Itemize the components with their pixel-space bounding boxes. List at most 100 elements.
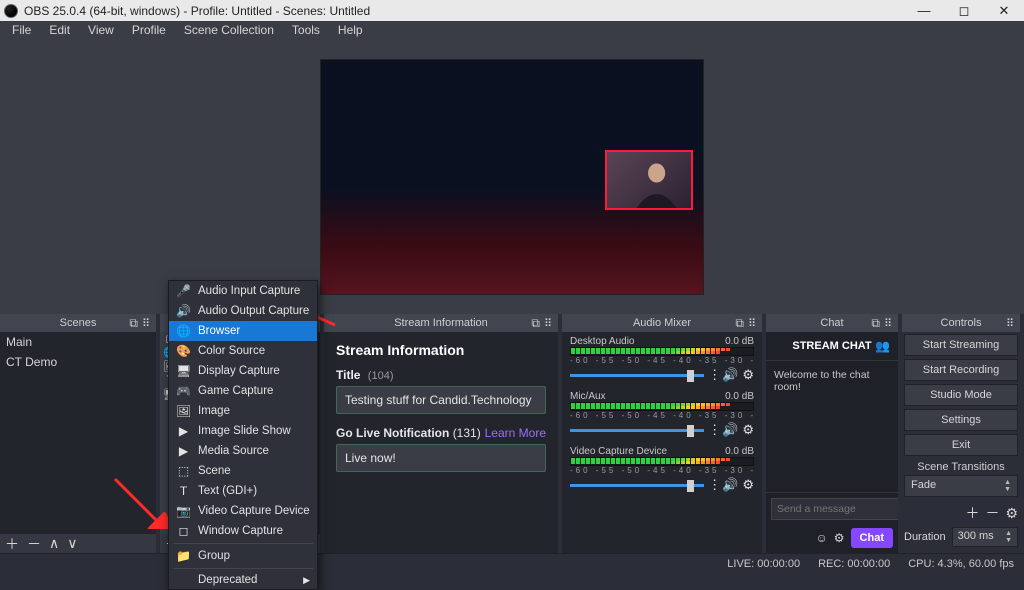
- popout-icon[interactable]: ⧉: [735, 316, 744, 331]
- settings-button[interactable]: Settings: [904, 409, 1018, 431]
- duration-input[interactable]: 300 ms ▲▼: [952, 527, 1018, 547]
- gear-icon[interactable]: ⚙: [742, 367, 754, 383]
- add-source-context-menu[interactable]: 🎤Audio Input Capture 🔊 Audio Output Captur…: [168, 280, 318, 590]
- more-icon[interactable]: ⋮: [708, 367, 718, 383]
- context-menu-item[interactable]: Deprecated▶: [169, 571, 317, 589]
- start-recording-button[interactable]: Start Recording: [904, 359, 1018, 381]
- golive-label: Go Live Notification (131): [336, 426, 481, 440]
- popout-icon[interactable]: ⧉: [129, 316, 138, 331]
- transition-settings-button[interactable]: ⚙: [1005, 505, 1018, 522]
- smile-icon[interactable]: ☺: [816, 531, 828, 545]
- menu-item-icon: 🎨: [176, 344, 191, 358]
- minimize-button[interactable]: —: [904, 0, 944, 21]
- stream-title-input[interactable]: Testing stuff for Candid.Technology: [336, 386, 546, 414]
- add-scene-button[interactable]: ＋: [5, 534, 19, 554]
- menu-item-icon: 🎮: [176, 384, 191, 398]
- more-icon[interactable]: ⋮: [708, 422, 718, 438]
- menu-item-label: Image Slide Show: [198, 425, 291, 437]
- menu-item-label: Group: [198, 550, 230, 562]
- chat-input[interactable]: [771, 498, 898, 520]
- scenes-panel: Scenes ⧉ ⠿ Main CT Demo ＋ － ∧ ∨: [0, 314, 156, 553]
- drag-handle-icon[interactable]: ⠿: [544, 317, 554, 330]
- drag-handle-icon[interactable]: ⠿: [748, 317, 758, 330]
- gear-icon[interactable]: ⚙: [742, 477, 754, 493]
- drag-handle-icon[interactable]: ⠿: [142, 317, 152, 330]
- speaker-icon[interactable]: 🔊: [722, 367, 738, 383]
- db-scale: -60 -55 -50 -45 -40 -35 -30 -25 -20 -15 …: [570, 466, 754, 475]
- menu-help[interactable]: Help: [330, 21, 371, 39]
- title-label: Title (104): [336, 368, 546, 382]
- menu-item-icon: ▶: [176, 444, 191, 458]
- chat-header: Chat ⧉ ⠿: [766, 314, 898, 332]
- drag-handle-icon[interactable]: ⠿: [884, 317, 894, 330]
- context-menu-item[interactable]: TText (GDI+): [169, 481, 317, 501]
- add-transition-button[interactable]: ＋: [965, 503, 979, 523]
- menubar: File Edit View Profile Scene Collection …: [0, 21, 1024, 39]
- move-down-icon[interactable]: ∨: [67, 535, 77, 552]
- context-menu-item[interactable]: 🖥Display Capture: [169, 361, 317, 381]
- stream-chat-title: STREAM CHAT: [792, 340, 871, 352]
- mixer-db: 0.0 dB: [725, 446, 754, 457]
- menu-profile[interactable]: Profile: [124, 21, 174, 39]
- golive-input[interactable]: Live now!: [336, 444, 546, 472]
- controls-title: Controls: [941, 317, 982, 329]
- spinner-icon: ▲▼: [1005, 530, 1012, 544]
- volume-slider[interactable]: [570, 484, 704, 487]
- close-button[interactable]: ✕: [984, 0, 1024, 21]
- gear-icon[interactable]: ⚙: [834, 531, 845, 545]
- menu-file[interactable]: File: [4, 21, 39, 39]
- context-menu-item[interactable]: 🎤Audio Input Capture: [169, 281, 317, 301]
- menu-item-label: Image: [198, 405, 230, 417]
- menu-view[interactable]: View: [80, 21, 122, 39]
- scene-item[interactable]: Main: [0, 332, 156, 352]
- popout-icon[interactable]: ⧉: [531, 316, 540, 331]
- more-icon[interactable]: ⋮: [708, 477, 718, 493]
- menu-tools[interactable]: Tools: [284, 21, 328, 39]
- drag-handle-icon[interactable]: ⠿: [1006, 317, 1016, 330]
- stream-info-panel: Stream Information ⧉ ⠿ Stream Informatio…: [324, 314, 558, 553]
- exit-button[interactable]: Exit: [904, 434, 1018, 456]
- chat-send-button[interactable]: Chat: [851, 528, 893, 548]
- menu-item-icon: ◻: [176, 524, 191, 538]
- context-menu-item[interactable]: ▶Image Slide Show: [169, 421, 317, 441]
- db-scale: -60 -55 -50 -45 -40 -35 -30 -25 -20 -15 …: [570, 411, 754, 420]
- context-menu-item[interactable]: 🖼Image: [169, 401, 317, 421]
- studio-mode-button[interactable]: Studio Mode: [904, 384, 1018, 406]
- popout-icon[interactable]: ⧉: [871, 316, 880, 331]
- move-up-icon[interactable]: ∧: [49, 535, 59, 552]
- context-menu-item[interactable]: ⬚Scene: [169, 461, 317, 481]
- mixer-db: 0.0 dB: [725, 391, 754, 402]
- context-menu-item[interactable]: 📷Video Capture Device: [169, 501, 317, 521]
- context-menu-item[interactable]: 🎨Color Source: [169, 341, 317, 361]
- gear-icon[interactable]: ⚙: [742, 422, 754, 438]
- context-menu-item[interactable]: 🌐Browser: [169, 321, 317, 341]
- scene-item[interactable]: CT Demo: [0, 352, 156, 372]
- volume-slider[interactable]: [570, 429, 704, 432]
- context-menu-item[interactable]: 🎮Game Capture: [169, 381, 317, 401]
- speaker-icon[interactable]: 🔊: [722, 477, 738, 493]
- context-menu-item[interactable]: 🔊 Audio Output Capture: [169, 301, 317, 321]
- menu-item-label: Window Capture: [198, 525, 283, 537]
- menu-item-icon: 🔊: [176, 304, 191, 318]
- mixer-body: Desktop Audio0.0 dB-60 -55 -50 -45 -40 -…: [562, 332, 762, 553]
- learn-more-link[interactable]: Learn More: [485, 426, 546, 440]
- menu-item-label: Audio Output Capture: [198, 305, 309, 317]
- context-menu-item[interactable]: ▶Media Source: [169, 441, 317, 461]
- menu-item-label: Text (GDI+): [198, 485, 257, 497]
- users-icon[interactable]: 👥: [875, 339, 890, 353]
- menu-edit[interactable]: Edit: [41, 21, 78, 39]
- start-streaming-button[interactable]: Start Streaming: [904, 334, 1018, 356]
- transition-select[interactable]: Fade ▲▼: [904, 475, 1018, 497]
- volume-slider[interactable]: [570, 374, 704, 377]
- menu-scene-collection[interactable]: Scene Collection: [176, 21, 282, 39]
- webcam-source-overlay[interactable]: [605, 150, 693, 210]
- context-menu-item[interactable]: 📁Group: [169, 546, 317, 566]
- remove-scene-button[interactable]: －: [27, 534, 41, 554]
- controls-header: Controls ⠿: [902, 314, 1020, 332]
- maximize-button[interactable]: ◻: [944, 0, 984, 21]
- scenes-list[interactable]: Main CT Demo: [0, 332, 156, 534]
- remove-transition-button[interactable]: －: [985, 503, 999, 523]
- preview-canvas[interactable]: [321, 60, 703, 294]
- context-menu-item[interactable]: ◻ Window Capture: [169, 521, 317, 541]
- speaker-icon[interactable]: 🔊: [722, 422, 738, 438]
